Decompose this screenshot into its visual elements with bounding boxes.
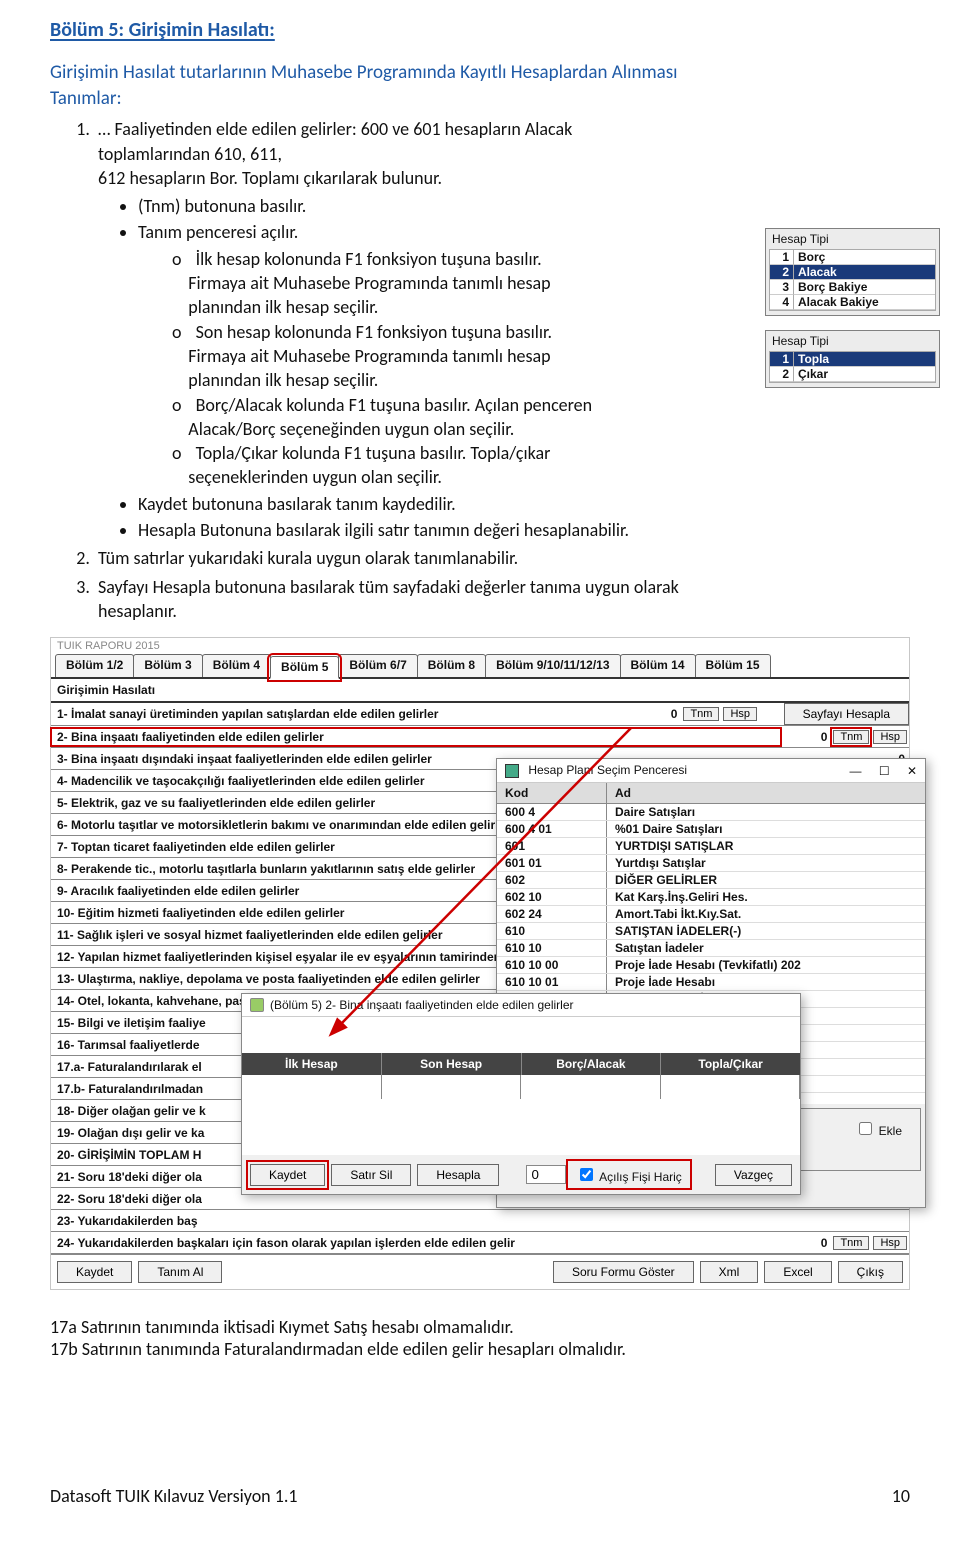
c3b: Alacak/Borç seçeneğinden uygun olan seçi… [188, 418, 514, 440]
def-col-header: İlk Hesap [242, 1053, 382, 1075]
tab[interactable]: Bölüm 9/10/11/12/13 [485, 654, 620, 677]
intro-line-1: Girişimin Hasılat tutarlarının Muhasebe … [50, 61, 678, 84]
soru-formu-göster-button[interactable]: Soru Formu Göster [553, 1261, 694, 1283]
tnm-button[interactable]: Tnm [833, 1236, 869, 1250]
checkbox-ekle[interactable]: Ekle [855, 1119, 902, 1138]
tab-bar: Bölüm 1/2Bölüm 3Bölüm 4Bölüm 5Bölüm 6/7B… [51, 654, 909, 679]
def-satirsil-button[interactable]: Satır Sil [331, 1164, 411, 1186]
c3a: Borç/Alacak kolunda F1 tuşuna basılır. A… [196, 394, 593, 416]
window-min-icon[interactable]: — [849, 764, 861, 778]
row-value: 0 [631, 705, 681, 723]
def-input-borc-alacak[interactable] [521, 1075, 661, 1099]
ht1-title: Hesap Tipi [766, 229, 939, 249]
ht-row[interactable]: 1Topla [770, 352, 935, 367]
app-window: TUIK RAPORU 2015 Bölüm 1/2Bölüm 3Bölüm 4… [50, 637, 910, 1290]
checkbox-acilis-fisi[interactable]: Açılış Fişi Hariç [570, 1163, 687, 1186]
def-col-header: Son Hesap [382, 1053, 522, 1075]
bullet-pencere: Tanım penceresi açılır. [138, 220, 680, 244]
row-label: 23- Yukarıdakilerden baş [51, 1212, 859, 1230]
bullet-tnm: (Tnm) butonuna basılır. [138, 194, 680, 218]
tab[interactable]: Bölüm 3 [133, 654, 202, 677]
def-value-input[interactable] [526, 1165, 566, 1184]
c2b: Firmaya ait Muhasebe Programında tanımlı… [188, 345, 550, 367]
ht-row[interactable]: 2Çıkar [770, 367, 935, 382]
grid-title: Girişimin Hasılatı [51, 679, 909, 703]
row-label: 24- Yukarıdakilerden başkaları için faso… [51, 1234, 781, 1252]
def-input-son-hesap[interactable] [382, 1075, 522, 1099]
row-value: 0 [781, 728, 831, 746]
row-value [859, 1219, 909, 1223]
c1c: planından ilk hesap seçilir. [188, 296, 378, 318]
c4a: Topla/Çıkar kolunda F1 tuşuna basılır. T… [196, 442, 551, 464]
tab[interactable]: Bölüm 15 [695, 654, 771, 677]
def-col-header: Topla/Çıkar [661, 1053, 800, 1075]
def-kaydet-button[interactable]: Kaydet [250, 1164, 325, 1186]
kaydet-button[interactable]: Kaydet [57, 1261, 132, 1283]
intro-line-2: Tanımlar: [50, 87, 122, 110]
window-close-icon[interactable]: ✕ [907, 764, 917, 778]
note-17a: 17a Satırının tanımında iktisadi Kıymet … [50, 1316, 910, 1338]
list-item: 23- Yukarıdakilerden baş [51, 1210, 909, 1232]
defpopup-icon [250, 998, 264, 1012]
popup-col-ad[interactable]: Ad [607, 783, 925, 803]
footer-version: Datasoft TUIK Kılavuz Versiyon 1.1 [50, 1485, 298, 1507]
list-item: 1- İmalat sanayi üretiminden yapılan sat… [51, 703, 909, 726]
çıkış-button[interactable]: Çıkış [838, 1261, 903, 1283]
app-title: TUIK RAPORU 2015 [51, 638, 909, 654]
ht-row[interactable]: 2Alacak [770, 265, 935, 280]
tab[interactable]: Bölüm 4 [202, 654, 271, 677]
tnm-button[interactable]: Tnm [683, 707, 719, 721]
ht-row[interactable]: 1Borç [770, 250, 935, 265]
tab[interactable]: Bölüm 5 [270, 656, 339, 679]
xml-button[interactable]: Xml [700, 1261, 759, 1283]
hsp-button[interactable]: Hsp [723, 707, 757, 721]
window-max-icon[interactable]: ☐ [879, 764, 890, 778]
c2a: Son hesap kolonunda F1 fonksiyon tuşuna … [196, 321, 552, 343]
c2c: planından ilk hesap seçilir. [188, 369, 378, 391]
c1a: İlk hesap kolonunda F1 fonksiyon tuşuna … [196, 248, 542, 270]
tab[interactable]: Bölüm 1/2 [55, 654, 134, 677]
def-vazgec-button[interactable]: Vazgeç [715, 1164, 792, 1186]
ht2-title: Hesap Tipi [766, 331, 939, 351]
def-input-ilk-hesap[interactable] [242, 1075, 382, 1099]
bullet-kaydet: Kaydet butonuna basılarak tanım kaydedil… [138, 492, 680, 516]
c1b: Firmaya ait Muhasebe Programında tanımlı… [188, 272, 550, 294]
li1a: … Faaliyetinden elde edilen gelirler: 60… [98, 118, 572, 164]
tnm-button[interactable]: Tnm [833, 730, 869, 744]
def-input-topla-cikar[interactable] [661, 1075, 801, 1099]
excel-button[interactable]: Excel [764, 1261, 831, 1283]
li3: Sayfayı Hesapla butonuna basılarak tüm s… [94, 575, 680, 624]
tab[interactable]: Bölüm 6/7 [338, 654, 417, 677]
list-item: 24- Yukarıdakilerden başkaları için faso… [51, 1232, 909, 1254]
c4b: seçeneklerinden uygun olan seçilir. [188, 466, 442, 488]
tanım-al-button[interactable]: Tanım Al [138, 1261, 222, 1283]
section-heading: Bölüm 5: Girişimin Hasılatı: [50, 18, 910, 42]
note-17b: 17b Satırının tanımında Faturalandırmada… [50, 1338, 910, 1360]
row-label: 1- İmalat sanayi üretiminden yapılan sat… [51, 705, 631, 723]
hesap-tipi-box-2: Hesap Tipi 1Topla2Çıkar [765, 330, 940, 388]
bullet-hesapla: Hesapla Butonuna basılarak ilgili satır … [138, 518, 680, 542]
li1b: 612 hesapların Bor. Toplamı çıkarılarak … [98, 167, 442, 189]
def-col-header: Borç/Alacak [522, 1053, 662, 1075]
footer-page-number: 10 [892, 1485, 910, 1507]
ht-row[interactable]: 4Alacak Bakiye [770, 295, 935, 310]
hsp-button[interactable]: Hsp [873, 730, 907, 744]
ht-row[interactable]: 3Borç Bakiye [770, 280, 935, 295]
tab[interactable]: Bölüm 14 [620, 654, 696, 677]
row-value: 0 [781, 1234, 831, 1252]
hsp-button[interactable]: Hsp [873, 1236, 907, 1250]
def-hesapla-button[interactable]: Hesapla [417, 1164, 499, 1186]
tab[interactable]: Bölüm 8 [417, 654, 486, 677]
sayfayi-hesapla-button[interactable]: Sayfayı Hesapla [784, 703, 909, 725]
hesap-tipi-box-1: Hesap Tipi 1Borç2Alacak3Borç Bakiye4Alac… [765, 228, 940, 316]
li2: Tüm satırlar yukarıdaki kurala uygun ola… [94, 546, 680, 570]
